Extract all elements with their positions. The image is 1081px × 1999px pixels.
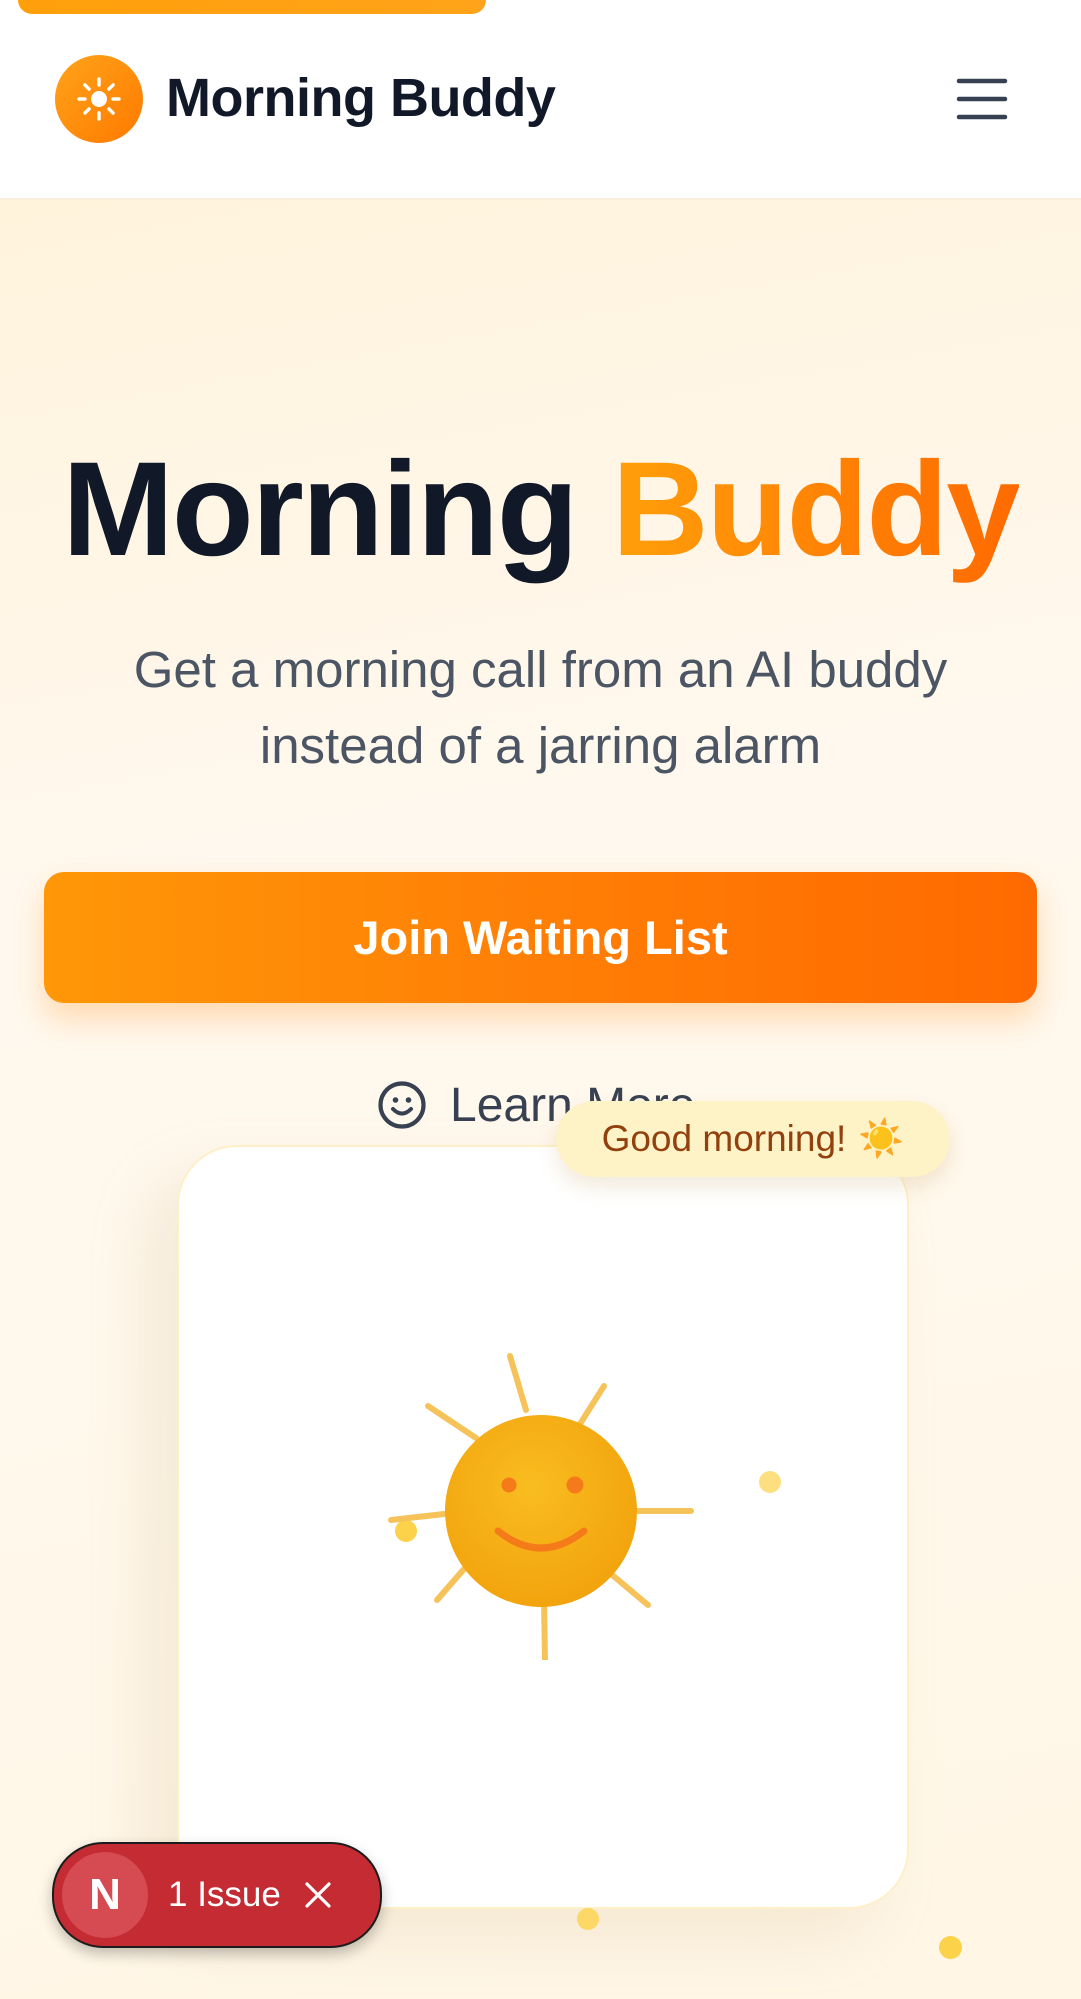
close-icon xyxy=(305,1882,331,1908)
sun-emoji: ☀️ xyxy=(858,1117,905,1159)
hero-title-accent: Buddy xyxy=(611,435,1021,584)
hero-title-main: Morning xyxy=(62,435,578,584)
hero-subtitle: Get a morning call from an AI buddy inst… xyxy=(133,641,948,774)
menu-button[interactable] xyxy=(950,70,1014,128)
site-header: Morning Buddy xyxy=(0,0,1081,200)
framework-logo: N xyxy=(62,1852,148,1938)
greeting-text: Good morning! xyxy=(601,1118,847,1159)
join-waiting-list-button[interactable]: Join Waiting List xyxy=(44,872,1037,1003)
smiling-sun-icon xyxy=(388,1353,694,1660)
brand-logo[interactable] xyxy=(55,55,143,143)
issue-count-label: 1 Issue xyxy=(168,1875,281,1914)
top-accent-strip xyxy=(18,0,486,14)
sparkle-dot xyxy=(577,1908,599,1930)
greeting-bubble: Good morning! ☀️ xyxy=(556,1101,950,1177)
close-issues-button[interactable] xyxy=(301,1878,335,1912)
sparkle-dot xyxy=(939,1936,962,1959)
sparkle-dot xyxy=(759,1471,781,1493)
dev-issues-badge[interactable]: N 1 Issue xyxy=(52,1842,382,1948)
smiley-face-icon xyxy=(378,1081,426,1129)
sun-icon xyxy=(77,77,121,121)
brand-name[interactable]: Morning Buddy xyxy=(166,62,556,134)
hero-title: Morning Buddy xyxy=(0,430,1081,590)
hamburger-menu-icon xyxy=(956,78,1008,120)
